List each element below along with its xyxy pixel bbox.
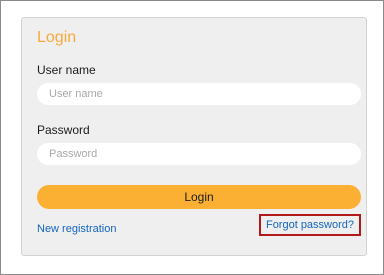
username-input[interactable] — [37, 83, 361, 105]
password-label: Password — [37, 123, 90, 137]
window-frame: Login User name Password Login New regis… — [0, 0, 384, 275]
login-panel: Login User name Password Login New regis… — [21, 17, 367, 256]
new-registration-link[interactable]: New registration — [37, 223, 116, 235]
forgot-password-highlight: Forgot password? — [259, 214, 361, 236]
login-button[interactable]: Login — [37, 185, 361, 209]
login-title: Login — [37, 29, 77, 46]
username-label: User name — [37, 63, 96, 77]
password-input[interactable] — [37, 143, 361, 165]
forgot-password-link[interactable]: Forgot password? — [266, 219, 354, 231]
